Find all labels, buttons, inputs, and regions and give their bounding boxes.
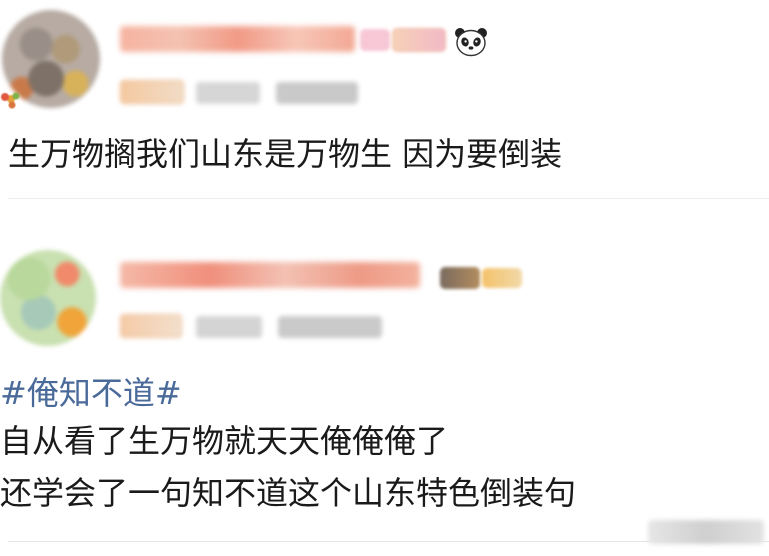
post-1-timestamp [196,82,260,104]
post-2-username[interactable] [120,262,420,288]
post-2-text-line-1: 自从看了生万物就天天俺俺俺了 [0,422,449,460]
watermark [648,520,764,544]
post-2-avatar[interactable] [0,250,96,346]
post-2-tag [120,314,182,338]
post-1-username[interactable] [120,26,355,52]
post-1-member-badge [360,29,390,51]
flower-icon [1,92,20,109]
post-1-text: 生万物搁我们山东是万物生 因为要倒装 [8,135,563,173]
post-2-hashtag-link[interactable]: #俺知不道# [0,373,182,413]
panda-icon [455,28,487,57]
screenshot-page: 生万物搁我们山东是万物生 因为要倒装 #俺知不道# 自从看了生万物就天天俺俺俺了… [0,0,769,556]
post-2-text-line-2: 还学会了一句知不道这个山东特色倒装句 [0,474,577,512]
post-2-level-badge [482,268,522,288]
post-1-level-badge [392,28,446,52]
post-2-badge [440,267,480,289]
post-divider [8,198,769,199]
post-1-source [276,82,358,104]
post-1-tag [120,80,184,104]
post-2-timestamp [196,316,262,338]
post-2-source [278,316,382,338]
